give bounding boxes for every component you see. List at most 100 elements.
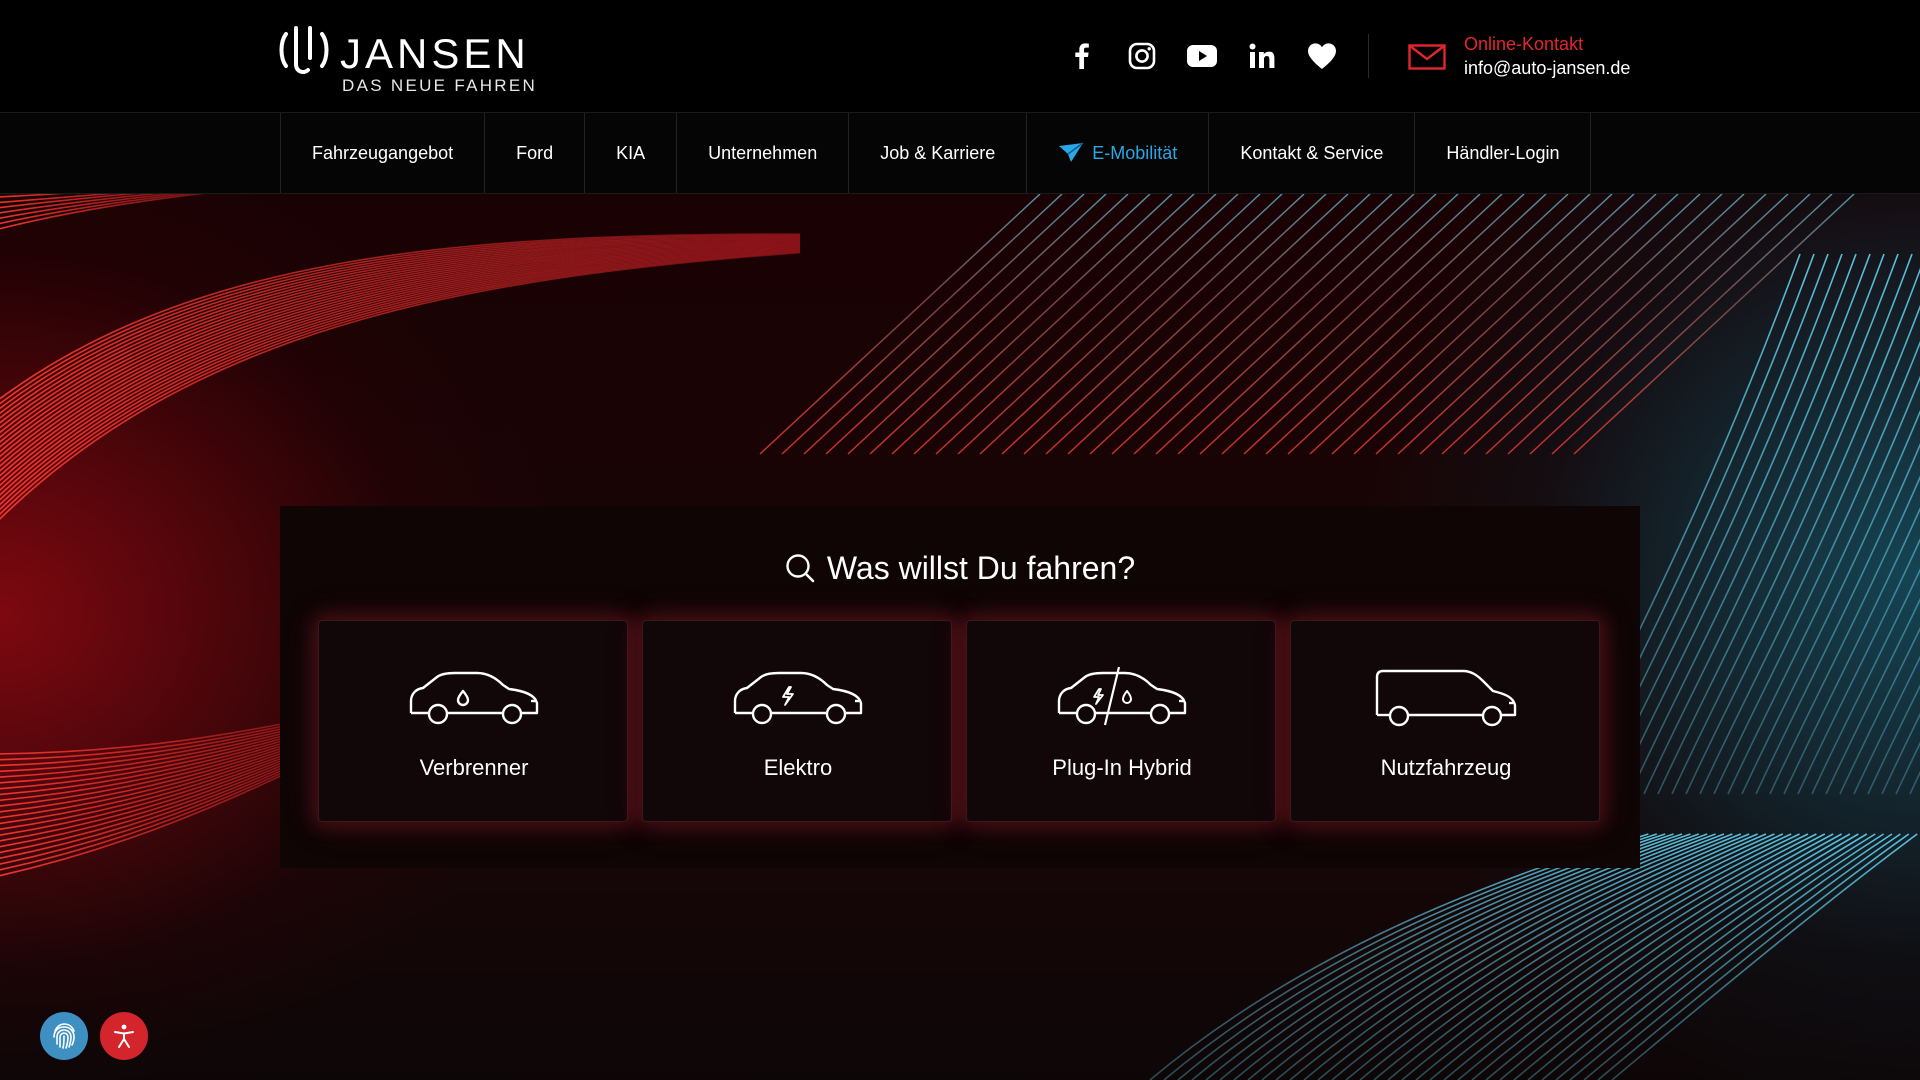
background-line: [1287, 194, 1569, 455]
contact-text: Online-Kontakt info@auto-jansen.de: [1464, 33, 1630, 81]
logo-mark-icon: [279, 26, 329, 74]
background-line: [1261, 833, 1708, 1080]
background-line: [1441, 194, 1723, 455]
background-line: [1657, 253, 1899, 795]
search-icon: [786, 554, 815, 583]
online-contact-link[interactable]: Online-Kontakt info@auto-jansen.de: [1408, 32, 1630, 82]
background-line: [1825, 597, 1920, 795]
background-line: [0, 240, 801, 448]
nav-item-haendler-login[interactable]: Händler-Login: [1415, 113, 1592, 193]
nav-item-e-mobilitaet[interactable]: E-Mobilität: [1027, 113, 1210, 193]
background-line: [979, 194, 1261, 455]
logo-claim: DAS NEUE FAHREN: [342, 76, 538, 95]
background-line: [1397, 194, 1679, 455]
logo-wordmark: JANSEN: [340, 30, 530, 77]
nav-item-fahrzeugangebot[interactable]: Fahrzeugangebot: [281, 113, 486, 193]
linkedin-icon: [1249, 43, 1275, 68]
background-line: [1067, 194, 1349, 455]
background-line: [1853, 655, 1920, 795]
background-line: [803, 194, 1085, 455]
background-line: [1415, 833, 1800, 1080]
fingerprint-button[interactable]: [40, 1012, 88, 1060]
linkedin-link[interactable]: [1232, 36, 1292, 76]
option-nutzfahrzeug[interactable]: Nutzfahrzeug: [1290, 620, 1600, 822]
heart-icon: [1308, 43, 1336, 69]
background-line: [935, 194, 1217, 455]
background-line: [1839, 626, 1920, 795]
background-line: [1303, 833, 1733, 1080]
van-icon: [1375, 669, 1517, 727]
red-curve-lines-top: [0, 194, 801, 520]
background-line: [1375, 194, 1657, 455]
background-line: [1485, 194, 1767, 455]
option-plug-in-hybrid[interactable]: Plug-In Hybrid: [966, 620, 1276, 822]
nav-item-kontakt-service[interactable]: Kontakt & Service: [1209, 113, 1416, 193]
fingerprint-icon: [53, 1023, 75, 1049]
background-line: [1727, 375, 1920, 795]
search-title: Was willst Du fahren?: [826, 549, 1136, 586]
background-line: [1243, 194, 1525, 455]
mail-icon: [1408, 44, 1446, 70]
logo[interactable]: JANSEN DAS NEUE FAHREN: [278, 18, 538, 98]
social-links: [1052, 36, 1352, 76]
car-hybrid-icon: [1057, 667, 1187, 726]
option-label: Verbrenner: [419, 755, 529, 780]
background-line: [891, 194, 1173, 455]
nav-list: Fahrzeugangebot Ford KIA Unternehmen Job…: [280, 113, 1592, 193]
option-label: Nutzfahrzeug: [1380, 755, 1512, 780]
background-line: [1615, 253, 1857, 795]
background-line: [1353, 194, 1635, 455]
option-label: Plug-In Hybrid: [1052, 755, 1192, 780]
accessibility-icon: [114, 1024, 134, 1048]
facebook-icon: [1075, 43, 1089, 69]
instagram-link[interactable]: [1112, 36, 1172, 76]
hero-section: Was willst Du fahren? Verbrenner Elektro…: [0, 194, 1920, 1080]
vehicle-search-panel: Was willst Du fahren? Verbrenner Elektro…: [280, 506, 1640, 868]
car-electric-icon: [733, 671, 863, 725]
background-line: [1551, 194, 1833, 455]
background-line: [1867, 684, 1920, 795]
option-verbrenner[interactable]: Verbrenner: [318, 620, 628, 822]
background-line: [1309, 194, 1591, 455]
background-line: [0, 239, 801, 443]
favorites-link[interactable]: [1292, 36, 1352, 76]
header-divider: [1368, 34, 1369, 78]
background-line: [1045, 194, 1327, 455]
background-line: [1909, 770, 1920, 795]
background-line: [1265, 194, 1547, 455]
background-line: [1191, 833, 1666, 1080]
nav-item-e-mobilitaet-label: E-Mobilität: [1092, 142, 1178, 163]
background-line: [1155, 194, 1437, 455]
background-line: [0, 239, 801, 439]
background-line: [781, 194, 1063, 455]
youtube-link[interactable]: [1172, 36, 1232, 76]
background-line: [1111, 194, 1393, 455]
facebook-link[interactable]: [1052, 36, 1112, 76]
background-line: [1275, 833, 1716, 1080]
background-line: [1573, 194, 1855, 455]
nav-item-unternehmen[interactable]: Unternehmen: [677, 113, 850, 193]
background-line: [825, 194, 1107, 455]
background-line: [1177, 833, 1658, 1080]
car-fuel-icon: [409, 671, 539, 725]
background-line: [1419, 194, 1701, 455]
nav-item-job-karriere[interactable]: Job & Karriere: [849, 113, 1028, 193]
diagonal-lines: [759, 194, 1855, 455]
background-line: [1199, 194, 1481, 455]
background-line: [1881, 712, 1920, 795]
background-line: [1529, 194, 1811, 455]
background-line: [1463, 194, 1745, 455]
site-header: JANSEN DAS NEUE FAHREN Online-Kontakt in…: [0, 0, 1920, 112]
accessibility-button[interactable]: [100, 1012, 148, 1060]
background-line: [1221, 194, 1503, 455]
background-line: [1671, 253, 1913, 795]
background-line: [913, 194, 1195, 455]
nav-item-ford[interactable]: Ford: [485, 113, 586, 193]
background-line: [1797, 537, 1920, 795]
option-elektro[interactable]: Elektro: [642, 620, 952, 822]
nav-item-kia[interactable]: KIA: [585, 113, 678, 193]
background-line: [1769, 475, 1920, 795]
background-line: [1023, 194, 1305, 455]
instagram-icon: [1128, 42, 1156, 70]
contact-email: info@auto-jansen.de: [1464, 58, 1631, 78]
